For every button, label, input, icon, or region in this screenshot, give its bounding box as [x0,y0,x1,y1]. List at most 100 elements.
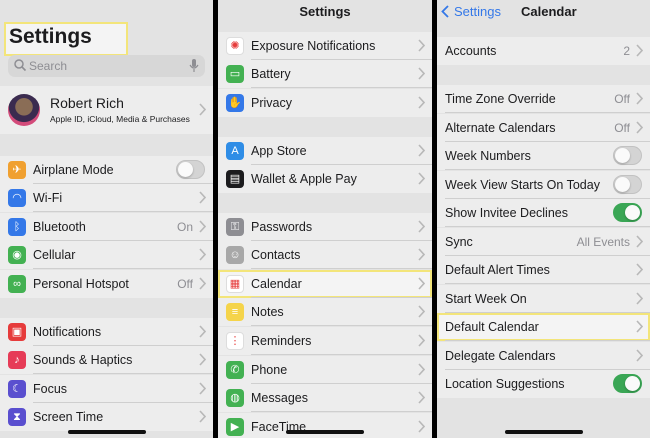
calendar-row-start-week-on[interactable]: Start Week On [437,285,650,313]
settings-row-sounds-haptics[interactable]: ♪ Sounds & Haptics [0,346,213,374]
row-label: Default Calendar [445,320,539,334]
back-label: Settings [454,4,501,19]
hourglass-icon: ⧗ [8,408,26,426]
settings-row-privacy[interactable]: ✋ Privacy [218,89,432,117]
notes-icon: ≡ [226,303,244,321]
accounts-row[interactable]: Accounts 2 [437,37,650,65]
calendar-row-delegate-calendars[interactable]: Delegate Calendars [437,342,650,370]
calendar-row-sync[interactable]: Sync All Events [437,228,650,256]
row-label: Notifications [33,325,102,339]
settings-row-battery[interactable]: ▭ Battery [218,60,432,88]
toggle-switch[interactable] [613,146,642,165]
hand-icon: ✋ [226,94,244,112]
row-label: Phone [251,363,288,377]
row-label: Sounds & Haptics [33,353,133,367]
chevron-right-icon [199,220,206,233]
row-label: Week Numbers [445,149,531,163]
appstore-icon: A [226,142,244,160]
chevron-right-icon [199,382,206,395]
settings-row-wallet-apple-pay[interactable]: ▤ Wallet & Apple Pay [218,165,432,193]
search-icon [13,58,27,77]
calendar-row-location-suggestions[interactable]: Location Suggestions [437,370,650,398]
chevron-right-icon [199,191,206,204]
row-label: Battery [251,67,291,81]
settings-row-exposure-notifications[interactable]: ✺ Exposure Notifications [218,32,432,60]
settings-row-phone[interactable]: ✆ Phone [218,356,432,384]
chevron-right-icon [199,103,206,116]
chevron-right-icon [636,235,643,248]
chevron-right-icon [418,277,425,290]
chevron-right-icon [418,248,425,261]
settings-row-app-store[interactable]: A App Store [218,137,432,165]
search-input[interactable]: Search [8,55,205,77]
page-title: Settings [9,25,92,48]
row-label: Start Week On [445,292,527,306]
toggle-switch[interactable] [613,203,642,222]
row-label: Focus [33,382,68,396]
settings-row-notifications[interactable]: ▣ Notifications [0,318,213,346]
settings-row-bluetooth[interactable]: ᛒ Bluetooth On [0,213,213,241]
chevron-right-icon [636,320,643,333]
settings-row-personal-hotspot[interactable]: ∞ Personal Hotspot Off [0,270,213,298]
settings-row-cellular[interactable]: ◉ Cellular [0,241,213,269]
settings-row-reminders[interactable]: ⋮ Reminders [218,327,432,355]
settings-row-facetime[interactable]: ▶ FaceTime [218,413,432,438]
focus-moon-icon: ☾ [8,380,26,398]
nav-title: Calendar [521,4,577,19]
chevron-right-icon [199,353,206,366]
row-value: On [176,220,193,234]
chevron-right-icon [636,44,643,57]
exposure-icon: ✺ [226,37,244,55]
settings-row-wi-fi[interactable]: ◠ Wi-Fi [0,184,213,212]
row-label: Airplane Mode [33,163,114,177]
calendar-row-show-invitee-declines[interactable]: Show Invitee Declines [437,199,650,227]
row-label: Bluetooth [33,220,86,234]
wallet-icon: ▤ [226,170,244,188]
bluetooth-icon: ᛒ [8,218,26,236]
calendar-row-alternate-calendars[interactable]: Alternate Calendars Off [437,114,650,142]
chevron-right-icon [199,410,206,423]
settings-row-contacts[interactable]: ☺ Contacts [218,241,432,269]
settings-row-messages[interactable]: ◍ Messages [218,384,432,412]
row-label: Delegate Calendars [445,349,556,363]
chevron-right-icon [418,96,425,109]
calendar-row-default-calendar[interactable]: Default Calendar [437,313,650,341]
calendar-row-week-numbers[interactable]: Week Numbers [437,142,650,170]
chevron-right-icon [418,305,425,318]
home-indicator [286,430,364,434]
toggle-switch[interactable] [613,175,642,194]
profile-subtitle: Apple ID, iCloud, Media & Purchases [50,114,190,124]
toggle-switch[interactable] [613,374,642,393]
apple-id-profile[interactable]: Robert Rich Apple ID, iCloud, Media & Pu… [0,86,213,134]
row-label: Messages [251,391,308,405]
calendar-row-time-zone-override[interactable]: Time Zone Override Off [437,85,650,113]
notifications-icon: ▣ [8,323,26,341]
row-label: Wallet & Apple Pay [251,172,357,186]
calendar-row-default-alert-times[interactable]: Default Alert Times [437,256,650,284]
chevron-right-icon [636,292,643,305]
row-label: Accounts [445,44,497,58]
row-value: All Events [576,235,630,249]
messages-icon: ◍ [226,389,244,407]
settings-row-notes[interactable]: ≡ Notes [218,298,432,326]
settings-row-focus[interactable]: ☾ Focus [0,375,213,403]
home-indicator [67,430,146,434]
toggle-switch[interactable] [176,160,205,179]
calendar-row-week-view-starts-on-today[interactable]: Week View Starts On Today [437,171,650,199]
row-label: Default Alert Times [445,263,550,277]
settings-row-passwords[interactable]: ⚿ Passwords [218,213,432,241]
chevron-right-icon [636,121,643,134]
row-label: Contacts [251,248,301,262]
chevron-right-icon [199,277,206,290]
settings-row-airplane-mode[interactable]: ✈ Airplane Mode [0,156,213,184]
calendar-settings-panel: Settings Calendar Accounts 2 Time Zone O… [437,0,650,438]
chevron-right-icon [418,420,425,433]
microphone-icon[interactable] [189,58,199,78]
row-label: Location Suggestions [445,377,565,391]
chevron-right-icon [418,172,425,185]
settings-row-calendar[interactable]: ▦ Calendar [218,270,432,298]
chevron-right-icon [418,363,425,376]
chevron-right-icon [418,334,425,347]
settings-row-screen-time[interactable]: ⧗ Screen Time [0,403,213,431]
sounds-icon: ♪ [8,351,26,369]
